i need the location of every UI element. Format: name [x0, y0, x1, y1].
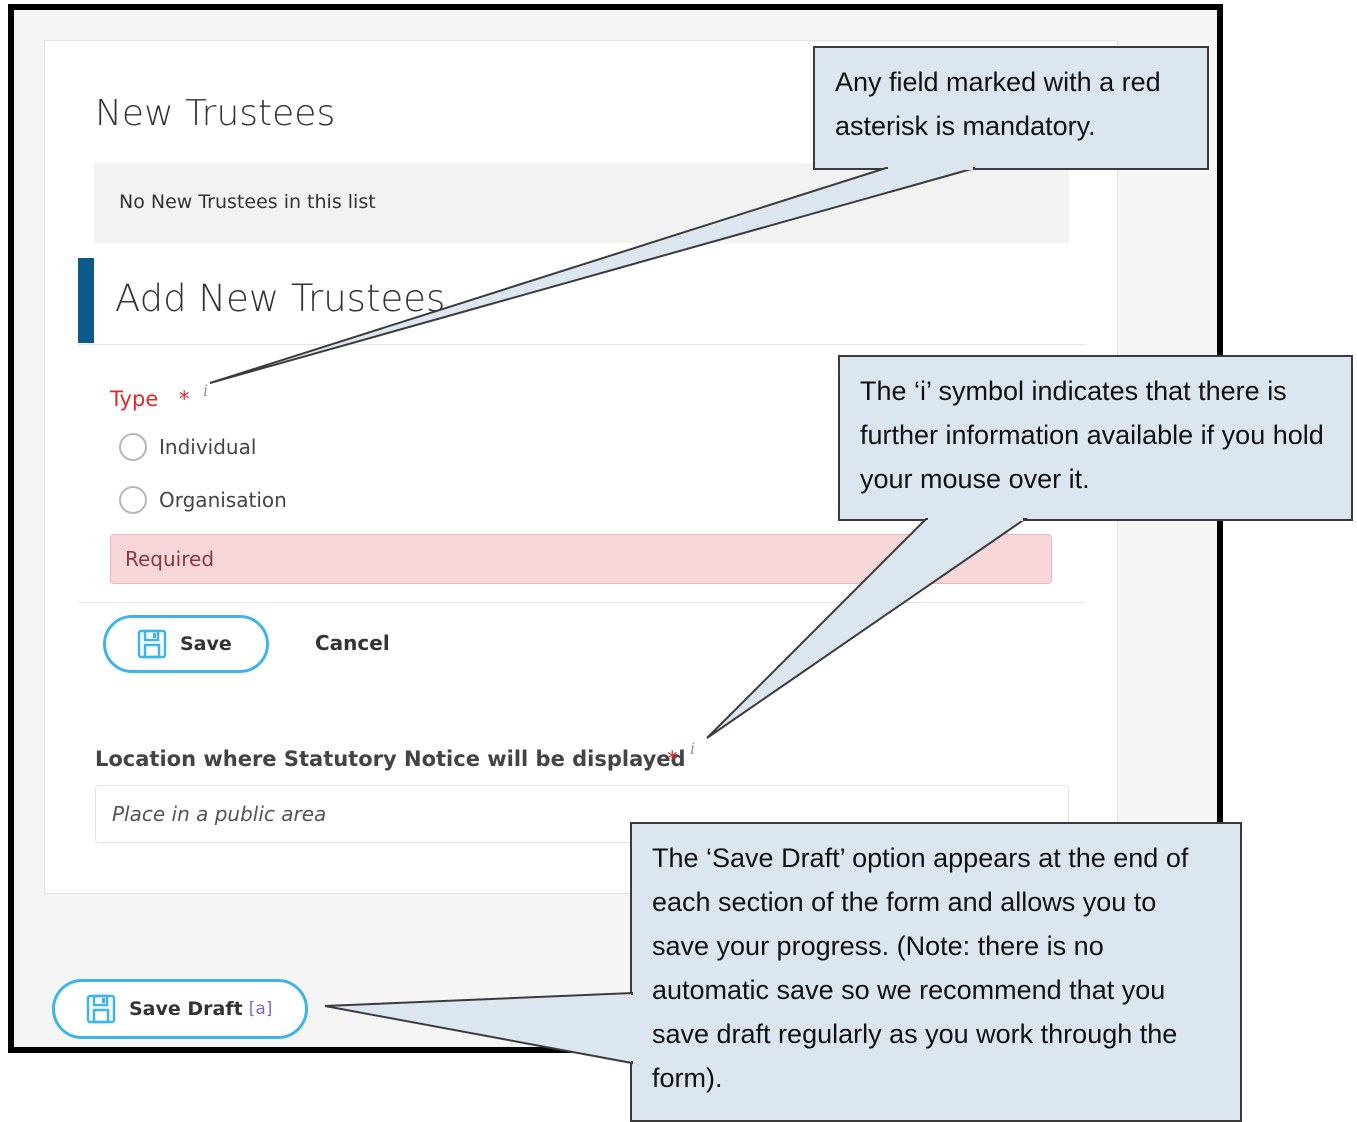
callout-pointer-save-draft	[324, 991, 633, 1065]
callout-pointer-mandatory	[209, 167, 976, 384]
callout-pointer-info	[706, 518, 1029, 739]
callout-pointers	[209, 166, 1029, 1065]
